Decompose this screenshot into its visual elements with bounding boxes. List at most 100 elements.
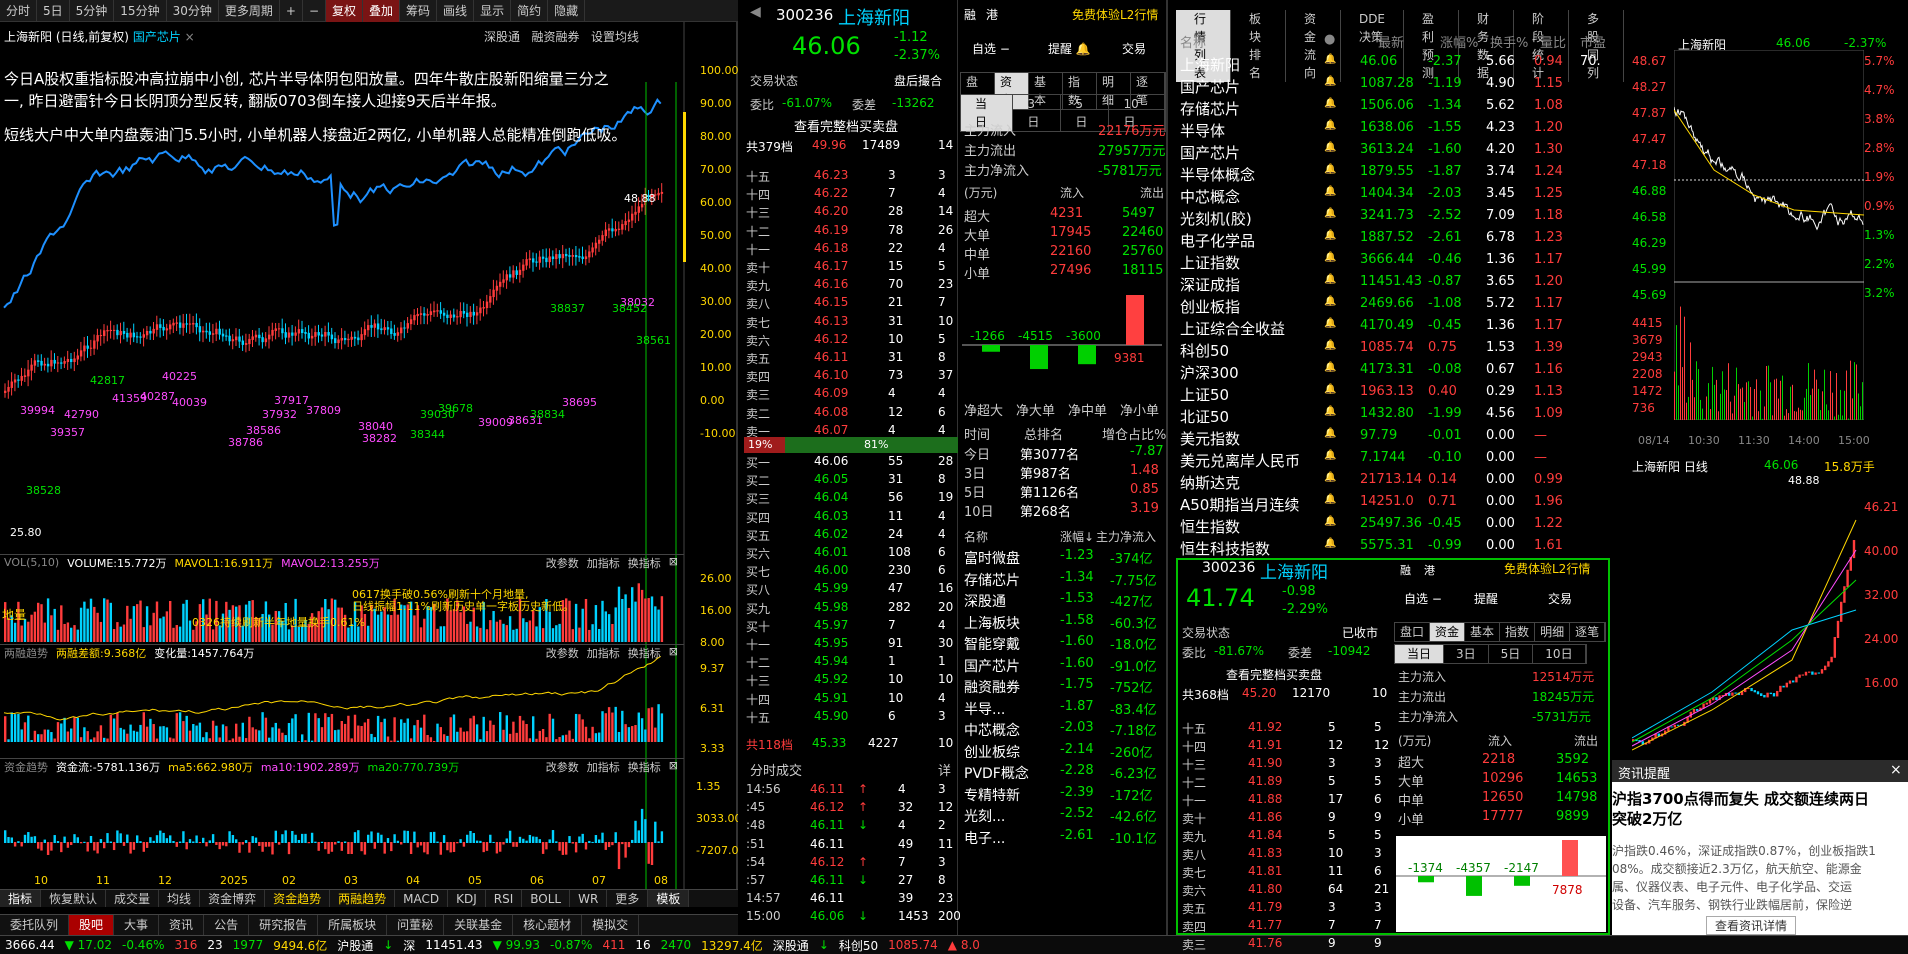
margin-add-indicator[interactable]: 加指标	[587, 645, 620, 661]
news-headline-1[interactable]: 沪指3700点得而复失 成交额连续两日	[1612, 788, 1869, 809]
toolbar-item-3[interactable]: 15分钟	[114, 0, 167, 22]
s2-panel-tab-4[interactable]: 明细	[1535, 623, 1571, 641]
news-headline-2[interactable]: 突破2万亿	[1612, 808, 1682, 829]
bell-icon[interactable]: 🔔	[1324, 538, 1336, 549]
list-row-name[interactable]: 存储芯片	[1180, 98, 1240, 119]
info-tab-0[interactable]: 委托队列	[0, 915, 70, 935]
toolbar-item-2[interactable]: 5分钟	[70, 0, 115, 22]
margin-switch-indicator[interactable]: 换指标	[628, 645, 661, 661]
info-tab-3[interactable]: 资讯	[159, 915, 205, 935]
sector-name[interactable]: 智能穿戴	[964, 634, 1020, 654]
s2-watchlist-button[interactable]: 自选 −	[1404, 590, 1442, 607]
info-tab-7[interactable]: 问董秘	[387, 915, 445, 935]
indicator-tab-0[interactable]: 指标	[0, 890, 42, 907]
list-row-name[interactable]: 上证50	[1180, 384, 1229, 405]
bell-icon[interactable]: 🔔	[1324, 120, 1336, 131]
trade-button[interactable]: 交易	[1122, 40, 1146, 57]
list-row-name[interactable]: 半导体概念	[1180, 164, 1255, 185]
list-row-name[interactable]: 上海新阳	[1180, 54, 1240, 75]
info-tab-2[interactable]: 大事	[114, 915, 160, 935]
info-tab-8[interactable]: 关联基金	[444, 915, 514, 935]
s2-panel-tab-5[interactable]: 逐笔	[1570, 623, 1606, 641]
bell-icon[interactable]: 🔔	[1324, 252, 1336, 263]
prev-arrow-icon[interactable]: ◀	[750, 4, 761, 20]
sector-name[interactable]: 国产芯片	[964, 656, 1020, 676]
list-row-name[interactable]: 国产芯片	[1180, 76, 1240, 97]
bell-icon[interactable]: 🔔	[1324, 274, 1336, 285]
sector-name[interactable]: 深股通	[964, 591, 1006, 611]
info-tab-4[interactable]: 公告	[204, 915, 250, 935]
bell-icon[interactable]: 🔔	[1324, 428, 1336, 439]
list-row-name[interactable]: 纳斯达克	[1180, 472, 1240, 493]
bell-icon[interactable]: 🔔	[1324, 76, 1336, 87]
indicator-tab-8[interactable]: KDJ	[448, 890, 486, 907]
bell-icon[interactable]: 🔔	[1324, 98, 1336, 109]
alert-button[interactable]: 提醒 🔔	[1048, 40, 1091, 57]
toolbar-item-5[interactable]: 更多周期	[219, 0, 280, 22]
indicator-tab-1[interactable]: 恢复默认	[41, 890, 107, 907]
list-row-name[interactable]: 北证50	[1180, 406, 1229, 427]
info-tab-10[interactable]: 模拟交	[582, 915, 640, 935]
sector-name[interactable]: 电子...	[964, 828, 1005, 848]
s2-alert-button[interactable]: 提醒	[1474, 590, 1498, 607]
period-tab-1[interactable]: 3日	[1013, 95, 1062, 131]
sector-name[interactable]: 上海板块	[964, 613, 1020, 633]
indicator-tab-4[interactable]: 资金博弈	[200, 890, 266, 907]
list-row-name[interactable]: 科创50	[1180, 340, 1229, 361]
vol-add-indicator[interactable]: 加指标	[587, 555, 620, 571]
bell-icon[interactable]: 🔔	[1324, 472, 1336, 483]
bell-icon[interactable]: 🔔	[1324, 516, 1336, 527]
sector-name[interactable]: 创业板综	[964, 742, 1020, 762]
toolbar-item-4[interactable]: 30分钟	[167, 0, 219, 22]
margin-edit-params[interactable]: 改参数	[546, 645, 579, 661]
s2-period-tab-1[interactable]: 3日	[1444, 645, 1489, 663]
info-tab-1[interactable]: 股吧	[69, 915, 115, 935]
bell-icon[interactable]: 🔔	[1324, 450, 1336, 461]
indicator-tab-11[interactable]: WR	[570, 890, 608, 907]
list-row-name[interactable]: 沪深300	[1180, 362, 1239, 383]
list-row-name[interactable]: 光刻机(胶)	[1180, 208, 1252, 229]
sector-name[interactable]: 光刻...	[964, 806, 1005, 826]
toolbar-item-6[interactable]: +	[280, 0, 303, 22]
list-row-name[interactable]: 半导体	[1180, 120, 1225, 141]
list-row-name[interactable]: 美元兑离岸人民币	[1180, 450, 1300, 471]
bell-icon[interactable]: 🔔	[1324, 406, 1336, 417]
toolbar-item-8[interactable]: 复权	[326, 0, 364, 22]
list-row-name[interactable]: 中芯概念	[1180, 186, 1240, 207]
add-watchlist-button[interactable]: 自选 −	[972, 40, 1010, 57]
close-icon[interactable]: ⊠	[669, 759, 678, 775]
bell-icon[interactable]: 🔔	[1324, 362, 1336, 373]
s2-panel-tab-3[interactable]: 指数	[1500, 623, 1536, 641]
tick-more[interactable]: 详	[938, 760, 951, 779]
list-row-name[interactable]: 深证成指	[1180, 274, 1240, 295]
fund-switch-indicator[interactable]: 换指标	[628, 759, 661, 775]
s2-period-tab-0[interactable]: 当日	[1395, 645, 1445, 663]
bell-icon[interactable]: 🔔	[1324, 164, 1336, 175]
indicator-tab-9[interactable]: RSI	[486, 890, 523, 907]
list-row-name[interactable]: 创业板指	[1180, 296, 1240, 317]
kline-chart-area[interactable]: 上海新阳 (日线,前复权) 国产芯片 × 深股通 融资融券 设置均线 100.0…	[0, 22, 738, 890]
bell-icon[interactable]: 🔔	[1324, 54, 1336, 65]
indicator-tab-13[interactable]: 模板	[648, 890, 690, 907]
list-row-name[interactable]: 恒生指数	[1180, 516, 1240, 537]
list-row-name[interactable]: A50期指当月连续	[1180, 494, 1299, 515]
free-l2-link[interactable]: 免费体验L2行情	[1072, 6, 1158, 23]
sector-name[interactable]: 专精特新	[964, 785, 1020, 805]
indicator-tab-10[interactable]: BOLL	[522, 890, 571, 907]
list-row-name[interactable]: 电子化学品	[1180, 230, 1255, 251]
s2-panel-tab-2[interactable]: 基本	[1465, 623, 1501, 641]
bell-icon[interactable]: 🔔	[1324, 208, 1336, 219]
toolbar-item-1[interactable]: 5日	[37, 0, 70, 22]
info-tab-6[interactable]: 所属板块	[318, 915, 388, 935]
bell-icon[interactable]: 🔔	[1324, 186, 1336, 197]
toolbar-item-9[interactable]: 叠加	[363, 0, 401, 22]
sector-name[interactable]: 中芯概念	[964, 720, 1020, 740]
bell-icon[interactable]: 🔔	[1324, 384, 1336, 395]
s2-view-book[interactable]: 查看完整档买卖盘	[1226, 666, 1322, 683]
info-tab-9[interactable]: 核心题材	[513, 915, 583, 935]
news-more-button[interactable]: 查看资讯详情	[1706, 916, 1797, 935]
list-row-name[interactable]: 美元指数	[1180, 428, 1240, 449]
indicator-tab-3[interactable]: 均线	[159, 890, 201, 907]
bell-icon[interactable]: 🔔	[1324, 142, 1336, 153]
toolbar-item-10[interactable]: 筹码	[400, 0, 438, 22]
